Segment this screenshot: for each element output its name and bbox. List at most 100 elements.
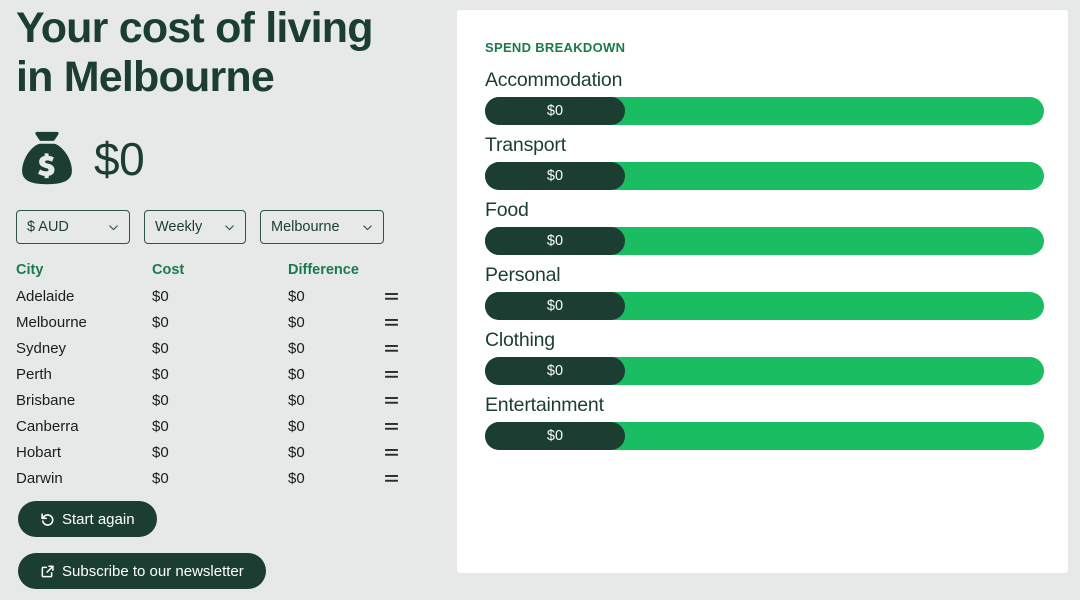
cell-indicator — [366, 309, 416, 335]
currency-select-value: $ AUD — [27, 219, 69, 235]
cell-cost: $0 — [152, 365, 169, 383]
start-again-label: Start again — [62, 510, 135, 528]
total-cost-row: $0 — [16, 128, 145, 190]
subscribe-button[interactable]: Subscribe to our newsletter — [18, 553, 266, 589]
cell-cost: $0 — [152, 469, 169, 487]
table-row[interactable]: Perth $0 $0 — [16, 361, 416, 387]
chevron-down-icon — [109, 224, 118, 230]
external-link-icon — [41, 565, 54, 577]
currency-select[interactable]: $ AUD — [16, 210, 130, 244]
cell-city: Brisbane — [16, 391, 76, 409]
spend-category-bar-track: $0 — [485, 422, 1044, 450]
city-comparison-table: City Cost Difference Adelaide $0 $0 Melbour… — [16, 262, 416, 491]
table-row[interactable]: Canberra $0 $0 — [16, 413, 416, 439]
cell-city: Melbourne — [16, 313, 87, 331]
equals-icon — [384, 397, 398, 404]
spend-breakdown-card: Spend breakdown Accommodation $0 Transport… — [457, 10, 1068, 573]
spend-category-bar-track: $0 — [485, 162, 1044, 190]
table-row[interactable]: Brisbane $0 $0 — [16, 387, 416, 413]
cell-difference: $0 — [288, 339, 305, 357]
spend-category-bar-fill: $0 — [485, 422, 625, 450]
cell-city: Sydney — [16, 339, 67, 357]
cell-indicator — [366, 387, 416, 413]
cell-city: Darwin — [16, 469, 63, 487]
spend-category-value: $0 — [546, 298, 564, 314]
total-cost-amount: $0 — [94, 133, 145, 185]
cell-city: Canberra — [16, 417, 79, 435]
cell-indicator — [366, 335, 416, 361]
spend-category-value: $0 — [546, 428, 564, 444]
cell-difference: $0 — [288, 313, 305, 331]
spend-category-row: Personal $0 — [485, 263, 1044, 320]
equals-icon — [384, 371, 398, 378]
cell-cost: $0 — [152, 313, 169, 331]
city-select[interactable]: Melbourne — [260, 210, 384, 244]
equals-icon — [384, 319, 398, 326]
column-header-cost: Cost — [152, 262, 185, 278]
cell-indicator — [366, 361, 416, 387]
spend-category-bar-track: $0 — [485, 292, 1044, 320]
cell-difference: $0 — [288, 443, 305, 461]
spend-category-label: Transport — [485, 134, 566, 156]
spend-category-row: Accommodation $0 — [485, 68, 1044, 125]
cell-cost: $0 — [152, 417, 169, 435]
cell-indicator — [366, 465, 416, 491]
cell-cost: $0 — [152, 443, 169, 461]
spend-category-bar-fill: $0 — [485, 227, 625, 255]
spend-breakdown-list: Accommodation $0 Transport $0 Food $0 Personal… — [485, 68, 1044, 458]
equals-icon — [384, 293, 398, 300]
spend-category-row: Entertainment $0 — [485, 393, 1044, 450]
spend-category-value: $0 — [546, 103, 564, 119]
spend-category-value: $0 — [546, 168, 564, 184]
equals-icon — [384, 449, 398, 456]
page-title-line-1: Your cost of living — [16, 4, 373, 52]
chevron-down-icon — [363, 224, 372, 230]
cell-city: Adelaide — [16, 287, 75, 305]
cell-indicator — [366, 283, 416, 309]
equals-icon — [384, 475, 398, 482]
spend-category-row: Transport $0 — [485, 133, 1044, 190]
cell-city: Hobart — [16, 443, 62, 461]
column-header-difference: Difference — [288, 262, 359, 278]
spend-category-bar-fill: $0 — [485, 357, 625, 385]
spend-category-label: Accommodation — [485, 69, 623, 91]
summary-pane: Your cost of living in Melbourne $0 $ AU… — [0, 0, 440, 600]
spend-category-label: Clothing — [485, 329, 555, 351]
city-select-value: Melbourne — [271, 219, 340, 235]
page-title-line-2: in Melbourne — [16, 53, 275, 101]
spend-category-row: Clothing $0 — [485, 328, 1044, 385]
frequency-select-value: Weekly — [155, 219, 203, 235]
chevron-down-icon — [225, 224, 234, 230]
cell-cost: $0 — [152, 287, 169, 305]
spend-category-bar-fill: $0 — [485, 162, 625, 190]
table-row[interactable]: Hobart $0 $0 — [16, 439, 416, 465]
start-again-button[interactable]: Start again — [18, 501, 157, 537]
spend-category-bar-track: $0 — [485, 97, 1044, 125]
cell-cost: $0 — [152, 391, 169, 409]
cell-cost: $0 — [152, 339, 169, 357]
table-row[interactable]: Melbourne $0 $0 — [16, 309, 416, 335]
spend-category-bar-track: $0 — [485, 227, 1044, 255]
spend-category-bar-track: $0 — [485, 357, 1044, 385]
table-header-row: City Cost Difference — [16, 262, 416, 283]
spend-category-value: $0 — [546, 233, 564, 249]
frequency-select[interactable]: Weekly — [144, 210, 246, 244]
cell-difference: $0 — [288, 469, 305, 487]
undo-arrow-icon — [41, 512, 54, 526]
equals-icon — [384, 345, 398, 352]
spend-breakdown-heading: Spend breakdown — [485, 40, 626, 55]
table-row[interactable]: Adelaide $0 $0 — [16, 283, 416, 309]
table-row[interactable]: Darwin $0 $0 — [16, 465, 416, 491]
spend-category-label: Food — [485, 199, 529, 221]
subscribe-label: Subscribe to our newsletter — [62, 562, 244, 580]
cell-city: Perth — [16, 365, 52, 383]
spend-category-bar-fill: $0 — [485, 97, 625, 125]
cell-indicator — [366, 439, 416, 465]
money-bag-icon — [22, 131, 72, 185]
page-title: Your cost of living in Melbourne — [16, 4, 436, 102]
cell-indicator — [366, 413, 416, 439]
table-row[interactable]: Sydney $0 $0 — [16, 335, 416, 361]
equals-icon — [384, 423, 398, 430]
column-header-city: City — [16, 262, 44, 278]
filters-row: $ AUD Weekly Melbourne — [16, 210, 384, 244]
